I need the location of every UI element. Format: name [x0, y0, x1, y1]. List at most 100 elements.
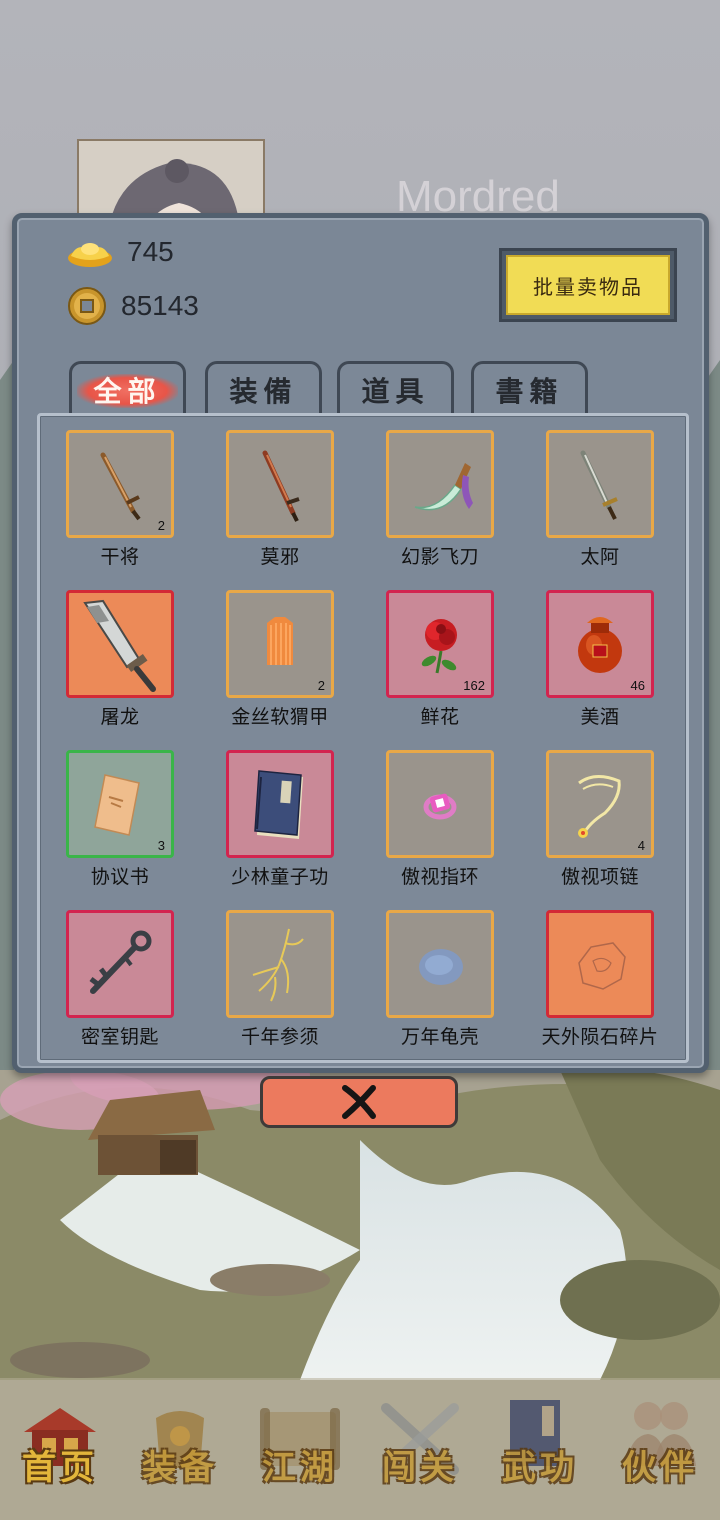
item-slot[interactable]: 万年龟壳 [360, 896, 510, 1048]
item-slot[interactable]: 2 金丝软猬甲 [200, 576, 350, 728]
nav-equipment[interactable]: 装备 [120, 1378, 240, 1520]
gold-ingot-row: 745 [67, 232, 174, 272]
item-icon-frame [226, 430, 334, 538]
item-slot[interactable]: 46 美酒 [520, 576, 670, 728]
item-slot[interactable]: 幻影飞刀 [360, 416, 510, 568]
item-name: 协议书 [90, 866, 150, 888]
tab-books-label: 書籍 [495, 375, 564, 408]
item-name: 密室钥匙 [80, 1026, 159, 1048]
tab-books[interactable]: 書籍 [471, 361, 588, 416]
nav-partners-label: 伙伴 [622, 1448, 698, 1488]
flying-knife-icon [414, 463, 473, 511]
meteorite-icon [578, 942, 626, 990]
item-icon-frame [226, 750, 334, 858]
tab-props[interactable]: 道具 [337, 361, 454, 416]
item-slot[interactable]: 2 干将 [40, 416, 190, 568]
item-icon-frame: 46 [546, 590, 654, 698]
nav-partners[interactable]: 伙伴 [600, 1378, 720, 1520]
nav-equipment-label: 装备 [142, 1448, 218, 1488]
ginseng-root-icon [252, 928, 304, 1002]
item-slot[interactable]: 少林童子功 [200, 736, 350, 888]
tab-all-label: 全部 [93, 375, 162, 408]
nav-challenge-label: 闯关 [382, 1448, 458, 1488]
nav-home[interactable]: 首页 [0, 1378, 120, 1520]
armor-vest-icon [267, 617, 293, 665]
item-count: 2 [317, 678, 325, 693]
nav-challenge[interactable]: 闯关 [360, 1378, 480, 1520]
item-slot[interactable]: 162 鲜花 [360, 576, 510, 728]
turtle-shell-icon [419, 949, 463, 985]
item-icon-frame: 3 [66, 750, 174, 858]
inventory-panel: 745 85143 批量卖物品 全部 装備 道具 書籍 2 干将 莫邪 幻影飞刀… [12, 213, 709, 1073]
item-count: 46 [630, 678, 645, 693]
item-grid: 2 干将 莫邪 幻影飞刀 太阿 屠龙 2 金丝软猬甲 162 鲜花 46 美酒 … [37, 413, 689, 1063]
bottom-navigation: 首页 装备 江湖 闯关 武功 伙伴 [0, 1378, 720, 1520]
nav-home-label: 首页 [22, 1448, 98, 1488]
item-name: 美酒 [580, 706, 620, 728]
key-icon [89, 930, 152, 994]
item-name: 傲视指环 [400, 866, 479, 888]
tab-all[interactable]: 全部 [69, 361, 186, 416]
ring-icon [423, 793, 457, 820]
item-slot[interactable]: 莫邪 [200, 416, 350, 568]
copper-coin-icon [68, 287, 106, 325]
nav-jianghu-label: 江湖 [262, 1448, 338, 1488]
coin-row: 85143 [67, 286, 199, 326]
item-name: 少林童子功 [231, 866, 329, 888]
tab-equipment-label: 装備 [229, 375, 298, 408]
item-name: 干将 [100, 546, 140, 568]
bulk-sell-label: 批量卖物品 [506, 255, 670, 315]
item-icon-frame: 2 [226, 590, 334, 698]
item-count: 162 [463, 678, 485, 693]
item-slot[interactable]: 天外陨石碎片 [520, 896, 670, 1048]
item-count: 2 [157, 518, 165, 533]
item-name: 太阿 [580, 546, 620, 568]
item-icon-frame: 162 [386, 590, 494, 698]
item-name: 鲜花 [420, 706, 460, 728]
item-icon-frame [386, 430, 494, 538]
item-name: 千年参须 [240, 1026, 319, 1048]
item-count: 4 [637, 838, 645, 853]
item-slot[interactable]: 傲视指环 [360, 736, 510, 888]
necklace-icon [578, 775, 621, 838]
tab-props-label: 道具 [361, 375, 430, 408]
item-slot[interactable]: 千年参须 [200, 896, 350, 1048]
item-slot[interactable]: 屠龙 [40, 576, 190, 728]
item-name: 万年龟壳 [400, 1026, 479, 1048]
nav-martial-arts-label: 武功 [502, 1448, 578, 1488]
gold-ingot-value: 745 [127, 236, 174, 267]
item-icon-frame [386, 910, 494, 1018]
item-name: 莫邪 [260, 546, 300, 568]
item-icon-frame [66, 910, 174, 1018]
item-icon-frame [386, 750, 494, 858]
item-name: 天外陨石碎片 [541, 1026, 659, 1048]
book-icon [254, 770, 303, 839]
tab-equipment[interactable]: 装備 [205, 361, 322, 416]
item-icon-frame: 2 [66, 430, 174, 538]
item-count: 3 [157, 838, 165, 853]
item-name: 傲视项链 [560, 866, 639, 888]
item-slot[interactable]: 密室钥匙 [40, 896, 190, 1048]
nav-jianghu[interactable]: 江湖 [240, 1378, 360, 1520]
item-name: 幻影飞刀 [400, 546, 479, 568]
item-slot[interactable]: 太阿 [520, 416, 670, 568]
item-icon-frame [226, 910, 334, 1018]
nav-martial-arts[interactable]: 武功 [480, 1378, 600, 1520]
item-name: 金丝软猬甲 [231, 706, 329, 728]
item-slot[interactable]: 3 协议书 [40, 736, 190, 888]
item-icon-frame [66, 590, 174, 698]
sword-icon [262, 450, 300, 522]
gold-ingot-icon [68, 243, 112, 267]
sword-icon [580, 450, 618, 520]
item-icon-frame [546, 430, 654, 538]
coin-value: 85143 [121, 290, 199, 321]
item-icon-frame: 4 [546, 750, 654, 858]
sword-icon [100, 452, 141, 521]
item-slot[interactable]: 4 傲视项链 [520, 736, 670, 888]
bulk-sell-button[interactable]: 批量卖物品 [499, 248, 677, 322]
item-icon-frame [546, 910, 654, 1018]
close-x-icon [342, 1085, 376, 1119]
broadsword-icon [83, 599, 156, 692]
close-button[interactable] [260, 1076, 458, 1128]
item-name: 屠龙 [100, 706, 140, 728]
